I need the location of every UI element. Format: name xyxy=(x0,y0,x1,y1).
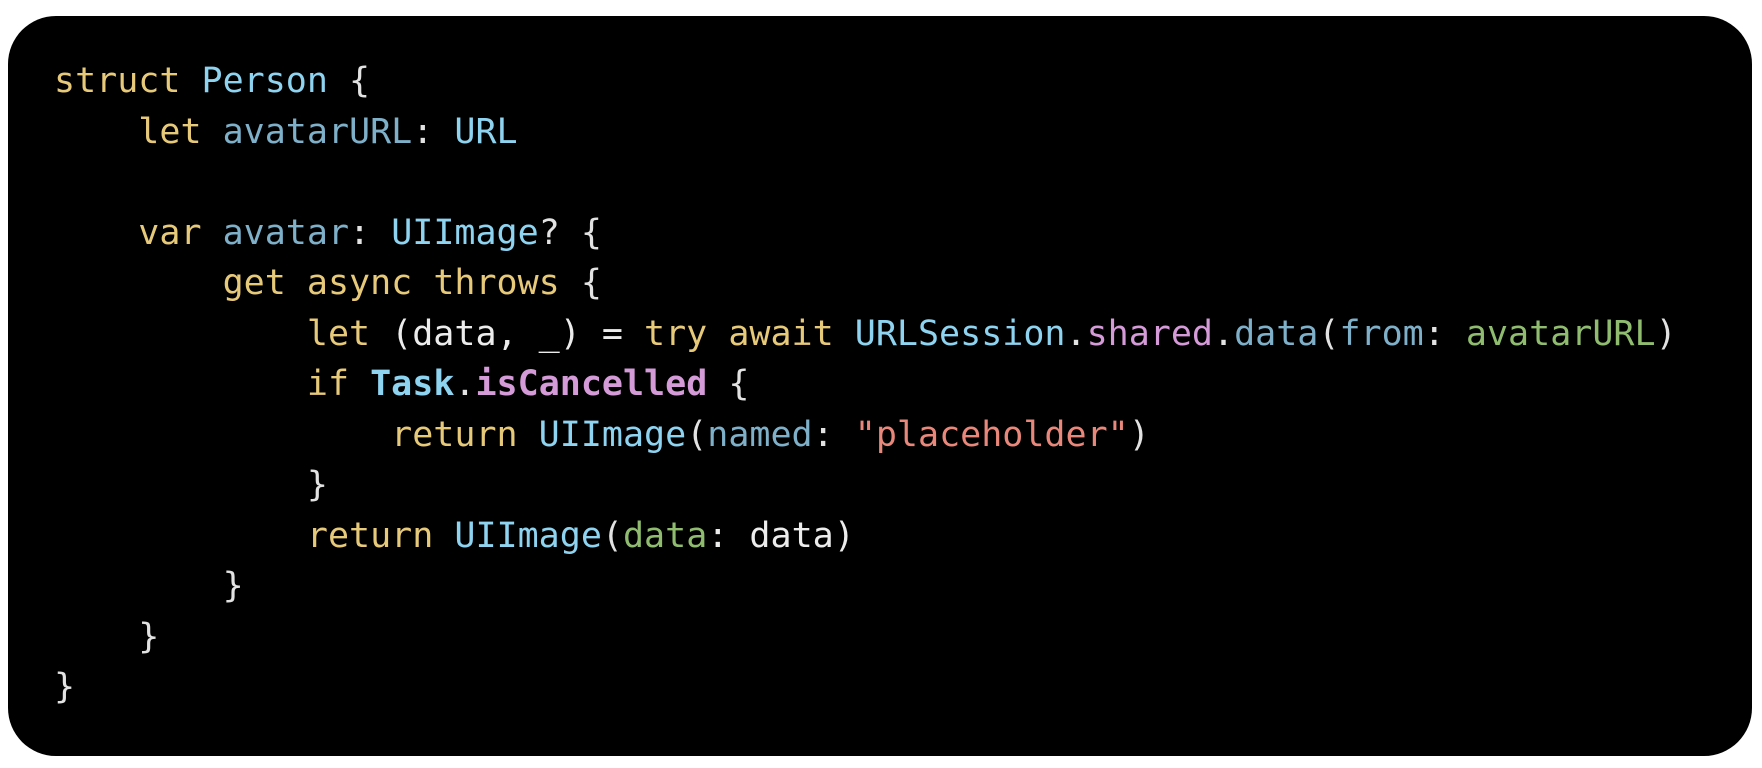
code-token: get xyxy=(222,263,286,303)
code-token: { xyxy=(707,364,750,404)
code-line: } xyxy=(54,612,1677,663)
code-token: . xyxy=(454,364,476,404)
code-token: "placeholder" xyxy=(854,414,1129,455)
code-token: URLSession xyxy=(854,313,1066,354)
code-token: avatarURL xyxy=(1465,313,1656,354)
code-block: struct Person { let avatarURL: URL var a… xyxy=(54,56,1677,713)
code-line: } xyxy=(54,561,1677,612)
code-token: return xyxy=(391,414,518,455)
code-line: } xyxy=(54,662,1677,713)
code-token: } xyxy=(54,566,244,606)
code-token: from xyxy=(1339,313,1424,354)
code-line: if Task.isCancelled { xyxy=(54,359,1677,410)
code-token: URL xyxy=(454,111,518,152)
code-line: get async throws { xyxy=(54,258,1677,309)
code-token: . xyxy=(1213,313,1235,354)
code-token: let xyxy=(138,111,202,152)
code-token: if xyxy=(306,364,350,404)
code-token: (data, _) = xyxy=(370,313,645,354)
code-token: Task xyxy=(370,364,455,404)
code-line: return UIImage(named: "placeholder") xyxy=(54,410,1677,461)
code-token: : xyxy=(1423,313,1466,354)
code-token: ( xyxy=(686,414,708,455)
code-token: await xyxy=(728,313,834,354)
code-token: : data) xyxy=(707,515,855,556)
code-token: isCancelled xyxy=(475,364,708,404)
code-token: shared xyxy=(1086,313,1213,354)
code-token: : xyxy=(412,111,455,152)
code-token: Person xyxy=(201,61,328,101)
code-token: . xyxy=(1065,313,1087,354)
code-line: let avatarURL: URL xyxy=(54,107,1677,158)
code-token: : xyxy=(349,212,392,253)
code-token: throws xyxy=(433,263,560,303)
code-token: } xyxy=(54,616,160,657)
code-card: struct Person { let avatarURL: URL var a… xyxy=(8,16,1752,756)
code-token: data xyxy=(1234,313,1319,354)
code-token: avatar xyxy=(222,212,350,253)
code-token: ? { xyxy=(538,212,602,253)
code-token: { xyxy=(327,61,371,101)
code-token: struct xyxy=(54,61,181,101)
code-line: struct Person { xyxy=(54,56,1677,107)
code-token: data xyxy=(622,515,708,556)
code-token: ) xyxy=(1655,313,1677,354)
code-token: ( xyxy=(601,515,623,556)
code-token: avatarURL xyxy=(222,111,413,152)
code-token: var xyxy=(138,212,202,253)
code-token: : xyxy=(812,414,855,455)
code-token: ( xyxy=(1318,313,1340,354)
code-token: UIImage xyxy=(391,212,539,253)
code-token: ) xyxy=(1128,414,1150,455)
code-token: named xyxy=(707,414,813,455)
code-token: try xyxy=(644,313,708,354)
code-token: UIImage xyxy=(454,515,602,556)
code-line: let (data, _) = try await URLSession.sha… xyxy=(54,309,1677,360)
code-token: { xyxy=(559,263,602,303)
code-token: return xyxy=(306,515,434,556)
code-line: return UIImage(data: data) xyxy=(54,511,1677,562)
code-token: } xyxy=(54,465,328,505)
code-token: let xyxy=(306,313,371,354)
code-token: async xyxy=(306,263,413,303)
code-token: } xyxy=(54,667,76,707)
code-token: UIImage xyxy=(538,414,687,455)
code-line: var avatar: UIImage? { xyxy=(54,208,1677,259)
code-line: } xyxy=(54,460,1677,511)
